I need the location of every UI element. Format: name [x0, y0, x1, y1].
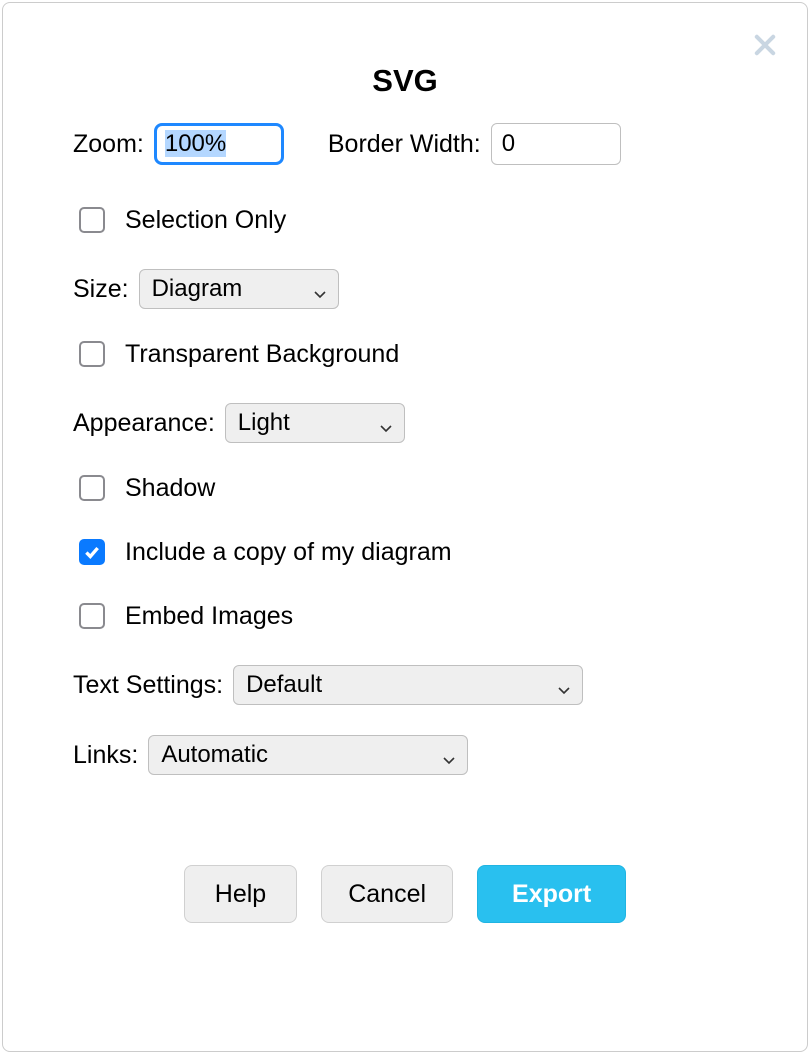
selection-only-checkbox[interactable]: [79, 207, 105, 233]
embed-images-checkbox[interactable]: [79, 603, 105, 629]
size-row: Size: Diagram: [73, 269, 737, 309]
transparent-bg-row: Transparent Background: [73, 339, 737, 369]
selection-only-row: Selection Only: [73, 205, 737, 235]
appearance-select[interactable]: Light: [225, 403, 405, 443]
chevron-down-icon: [378, 415, 394, 431]
transparent-bg-label: Transparent Background: [125, 339, 399, 369]
text-settings-value: Default: [246, 671, 322, 700]
text-settings-label: Text Settings:: [73, 670, 223, 700]
shadow-label: Shadow: [125, 473, 215, 503]
dialog-title: SVG: [3, 63, 807, 99]
shadow-row: Shadow: [73, 473, 737, 503]
text-settings-select[interactable]: Default: [233, 665, 583, 705]
links-row: Links: Automatic: [73, 735, 737, 775]
appearance-value: Light: [238, 409, 290, 438]
chevron-down-icon: [556, 677, 572, 693]
links-value: Automatic: [161, 741, 268, 770]
help-button[interactable]: Help: [184, 865, 297, 923]
embed-images-label: Embed Images: [125, 601, 293, 631]
links-label: Links:: [73, 740, 138, 770]
text-settings-row: Text Settings: Default: [73, 665, 737, 705]
size-value: Diagram: [152, 275, 243, 304]
zoom-label: Zoom:: [73, 129, 144, 159]
chevron-down-icon: [441, 747, 457, 763]
zoom-border-row: Zoom: 100% Border Width:: [73, 123, 737, 165]
close-icon[interactable]: [751, 31, 779, 59]
appearance-label: Appearance:: [73, 408, 215, 438]
border-width-input[interactable]: [491, 123, 621, 165]
chevron-down-icon: [312, 281, 328, 297]
include-copy-checkbox[interactable]: [79, 539, 105, 565]
transparent-bg-checkbox[interactable]: [79, 341, 105, 367]
zoom-input[interactable]: 100%: [154, 123, 284, 165]
export-svg-dialog: SVG Zoom: 100% Border Width: Selection O…: [2, 2, 808, 1052]
include-copy-row: Include a copy of my diagram: [73, 537, 737, 567]
dialog-footer: Help Cancel Export: [73, 865, 737, 923]
appearance-row: Appearance: Light: [73, 403, 737, 443]
include-copy-label: Include a copy of my diagram: [125, 537, 452, 567]
shadow-checkbox[interactable]: [79, 475, 105, 501]
border-width-label: Border Width:: [328, 129, 481, 159]
embed-images-row: Embed Images: [73, 601, 737, 631]
export-button[interactable]: Export: [477, 865, 626, 923]
size-select[interactable]: Diagram: [139, 269, 339, 309]
size-label: Size:: [73, 274, 129, 304]
selection-only-label: Selection Only: [125, 205, 286, 235]
cancel-button[interactable]: Cancel: [321, 865, 453, 923]
links-select[interactable]: Automatic: [148, 735, 468, 775]
zoom-value: 100%: [165, 130, 226, 157]
dialog-body: Zoom: 100% Border Width: Selection Only …: [3, 123, 807, 923]
